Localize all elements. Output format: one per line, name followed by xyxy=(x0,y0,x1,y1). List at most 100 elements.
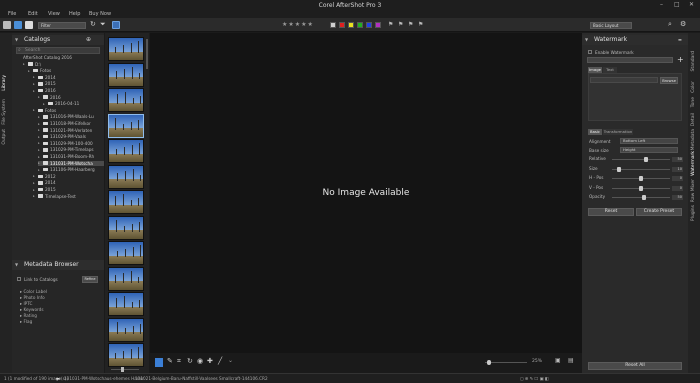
menu-file[interactable]: File xyxy=(8,11,16,17)
catalog-search-input[interactable]: Search xyxy=(16,47,100,54)
slider-value[interactable]: 10 xyxy=(672,166,683,172)
search-icon[interactable]: ⌕ xyxy=(668,20,676,28)
watermark-preset-dropdown[interactable] xyxy=(587,57,673,63)
tree-item[interactable]: ▸ 131029-PM-Timelaps xyxy=(38,147,94,152)
enable-watermark-checkbox[interactable] xyxy=(588,50,592,54)
tree-item[interactable]: ▸ 2012 xyxy=(33,174,56,179)
slider-handle[interactable] xyxy=(644,157,649,162)
filmstrip-scrollbar[interactable] xyxy=(146,39,148,69)
watermark-file-field[interactable] xyxy=(590,77,658,83)
panel-menu-icon[interactable]: ▬ xyxy=(678,37,682,42)
metadata-item[interactable]: ▸ Photo Info xyxy=(20,295,45,300)
maximize-icon[interactable]: □ xyxy=(674,1,680,8)
crop-icon[interactable]: ⌗ xyxy=(177,357,181,366)
collapse-icon[interactable]: ▼ xyxy=(15,262,18,267)
fit-view-icon[interactable]: ▣ xyxy=(555,357,561,364)
filmstrip-thumbnail[interactable] xyxy=(108,241,144,265)
image-viewer[interactable]: No Image Available xyxy=(150,33,582,353)
heal-icon[interactable]: ✚ xyxy=(207,357,213,365)
base-size-dropdown[interactable]: Height xyxy=(620,147,678,153)
brush-icon[interactable]: ✎ xyxy=(167,357,173,365)
split-view-icon[interactable]: ▤ xyxy=(568,357,574,364)
tab-library[interactable]: Library xyxy=(2,75,7,91)
tree-item[interactable]: ▸ 131031-PM-Wotscha xyxy=(38,160,104,166)
filmstrip-thumbnail[interactable] xyxy=(108,317,144,342)
tab-raw-mixer[interactable]: Raw Mixer xyxy=(691,179,696,202)
filmstrip-thumbnail[interactable] xyxy=(108,37,144,61)
filmstrip-thumbnail[interactable] xyxy=(108,292,144,316)
flag-icon[interactable]: ⚑ xyxy=(388,21,396,29)
tab-watermark[interactable]: Watermark xyxy=(691,151,696,176)
filmstrip-thumbnail[interactable] xyxy=(108,139,144,163)
collapse-icon[interactable]: ▼ xyxy=(585,37,588,42)
filter-dropdown[interactable]: Filter xyxy=(38,22,86,29)
metadata-item[interactable]: ▸ Flag xyxy=(20,319,32,324)
rating-stars[interactable]: ★★★★★ xyxy=(282,21,314,28)
add-preset-icon[interactable]: + xyxy=(677,55,684,64)
tree-item[interactable]: AfterShot Catalog 2016 xyxy=(18,55,72,60)
filter-funnel-icon[interactable]: ⏷ xyxy=(100,20,108,28)
slider-value[interactable]: 50 xyxy=(672,195,683,200)
tree-item[interactable]: ▸ 2015 xyxy=(33,81,56,86)
color-label-none[interactable] xyxy=(330,22,336,28)
select-tool-icon[interactable] xyxy=(155,358,163,367)
single-view-icon[interactable] xyxy=(14,21,22,29)
tab-plugins[interactable]: Plugins xyxy=(691,205,696,221)
alignment-dropdown[interactable]: Bottom Left xyxy=(620,138,678,144)
straighten-icon[interactable]: ↻ xyxy=(187,357,193,365)
metadata-item[interactable]: ▸ IPTC xyxy=(20,301,32,306)
metadata-item[interactable]: ▸ Keywords xyxy=(20,307,44,312)
tree-item[interactable]: ▸ 2016 xyxy=(38,95,61,100)
tree-item[interactable]: ▸ 131031-PM-Boom-Rh xyxy=(38,154,94,159)
tab-standard[interactable]: Standard xyxy=(691,51,696,71)
color-label-blue[interactable] xyxy=(366,22,372,28)
workspace-dropdown[interactable]: Basic Layout xyxy=(590,22,632,29)
menu-buy-now[interactable]: Buy Now xyxy=(89,11,111,17)
color-label-yellow[interactable] xyxy=(348,22,354,28)
tree-item[interactable]: ▸ 2016-04-11 xyxy=(43,101,79,106)
reset-button[interactable]: Reset xyxy=(588,208,634,216)
slider-value[interactable]: 0 xyxy=(672,176,683,181)
slider-track[interactable] xyxy=(612,157,670,162)
tab-file-system[interactable]: File System xyxy=(2,99,7,125)
status-icons[interactable]: ◻ ⊕ ✎ ☐ ▣ ◧ xyxy=(520,376,549,381)
chevron-down-icon[interactable]: ⌄ xyxy=(228,357,233,364)
flag-clear-icon[interactable]: ⚑ xyxy=(418,21,426,29)
tree-item[interactable]: ▸ 2016 xyxy=(33,88,56,93)
filmstrip-thumbnail[interactable] xyxy=(108,113,144,138)
tab-detail[interactable]: Detail xyxy=(691,113,696,126)
metadata-item[interactable]: ▸ Rating xyxy=(20,313,37,318)
redeye-icon[interactable]: ◉ xyxy=(197,357,203,365)
menu-icon[interactable] xyxy=(3,21,11,29)
tree-item[interactable]: ▸ Fotos xyxy=(33,108,56,113)
slider-value[interactable]: 0 xyxy=(672,185,683,191)
browse-button[interactable]: Browse xyxy=(660,77,678,84)
tree-item[interactable]: ▸ 131029-PM-100-400 xyxy=(38,141,93,146)
metadata-item[interactable]: ▸ Color Label xyxy=(20,289,47,294)
close-icon[interactable]: ✕ xyxy=(689,1,694,8)
slider-track[interactable] xyxy=(612,176,670,181)
slider-handle[interactable] xyxy=(639,176,643,181)
slider-track[interactable] xyxy=(612,195,670,200)
filmstrip-thumbnail[interactable] xyxy=(108,343,144,367)
photoshop-icon[interactable] xyxy=(112,21,120,29)
minimize-icon[interactable]: – xyxy=(660,1,663,8)
metadata-browser-header[interactable]: ▼ Metadata Browser xyxy=(12,260,104,270)
tree-item[interactable]: ▸ Fotos xyxy=(28,68,51,73)
tree-item[interactable]: ▸ 2015 xyxy=(33,187,56,192)
flag-pick-icon[interactable]: ⚑ xyxy=(398,21,406,29)
tab-output[interactable]: Output xyxy=(2,129,7,145)
line-tool-icon[interactable]: ╱ xyxy=(218,357,222,365)
tree-item[interactable]: ▸ 131016-PM-Waals-Lu xyxy=(38,114,94,119)
link-catalogs-checkbox[interactable] xyxy=(17,277,21,281)
filmstrip-thumbnail[interactable] xyxy=(108,88,144,112)
tab-color[interactable]: Color xyxy=(691,81,696,93)
menu-help[interactable]: Help xyxy=(69,11,80,17)
tree-item[interactable]: ▸ 131021-PM-Verlaten xyxy=(38,128,92,133)
watermark-header[interactable]: ▼ Watermark ▬ xyxy=(582,35,688,45)
slider-handle[interactable] xyxy=(641,195,646,200)
filmstrip-thumbnail[interactable] xyxy=(108,62,144,87)
tree-item[interactable]: ▸ 2014 xyxy=(33,180,56,185)
compare-view-icon[interactable] xyxy=(25,21,33,29)
menu-edit[interactable]: Edit xyxy=(28,11,38,17)
